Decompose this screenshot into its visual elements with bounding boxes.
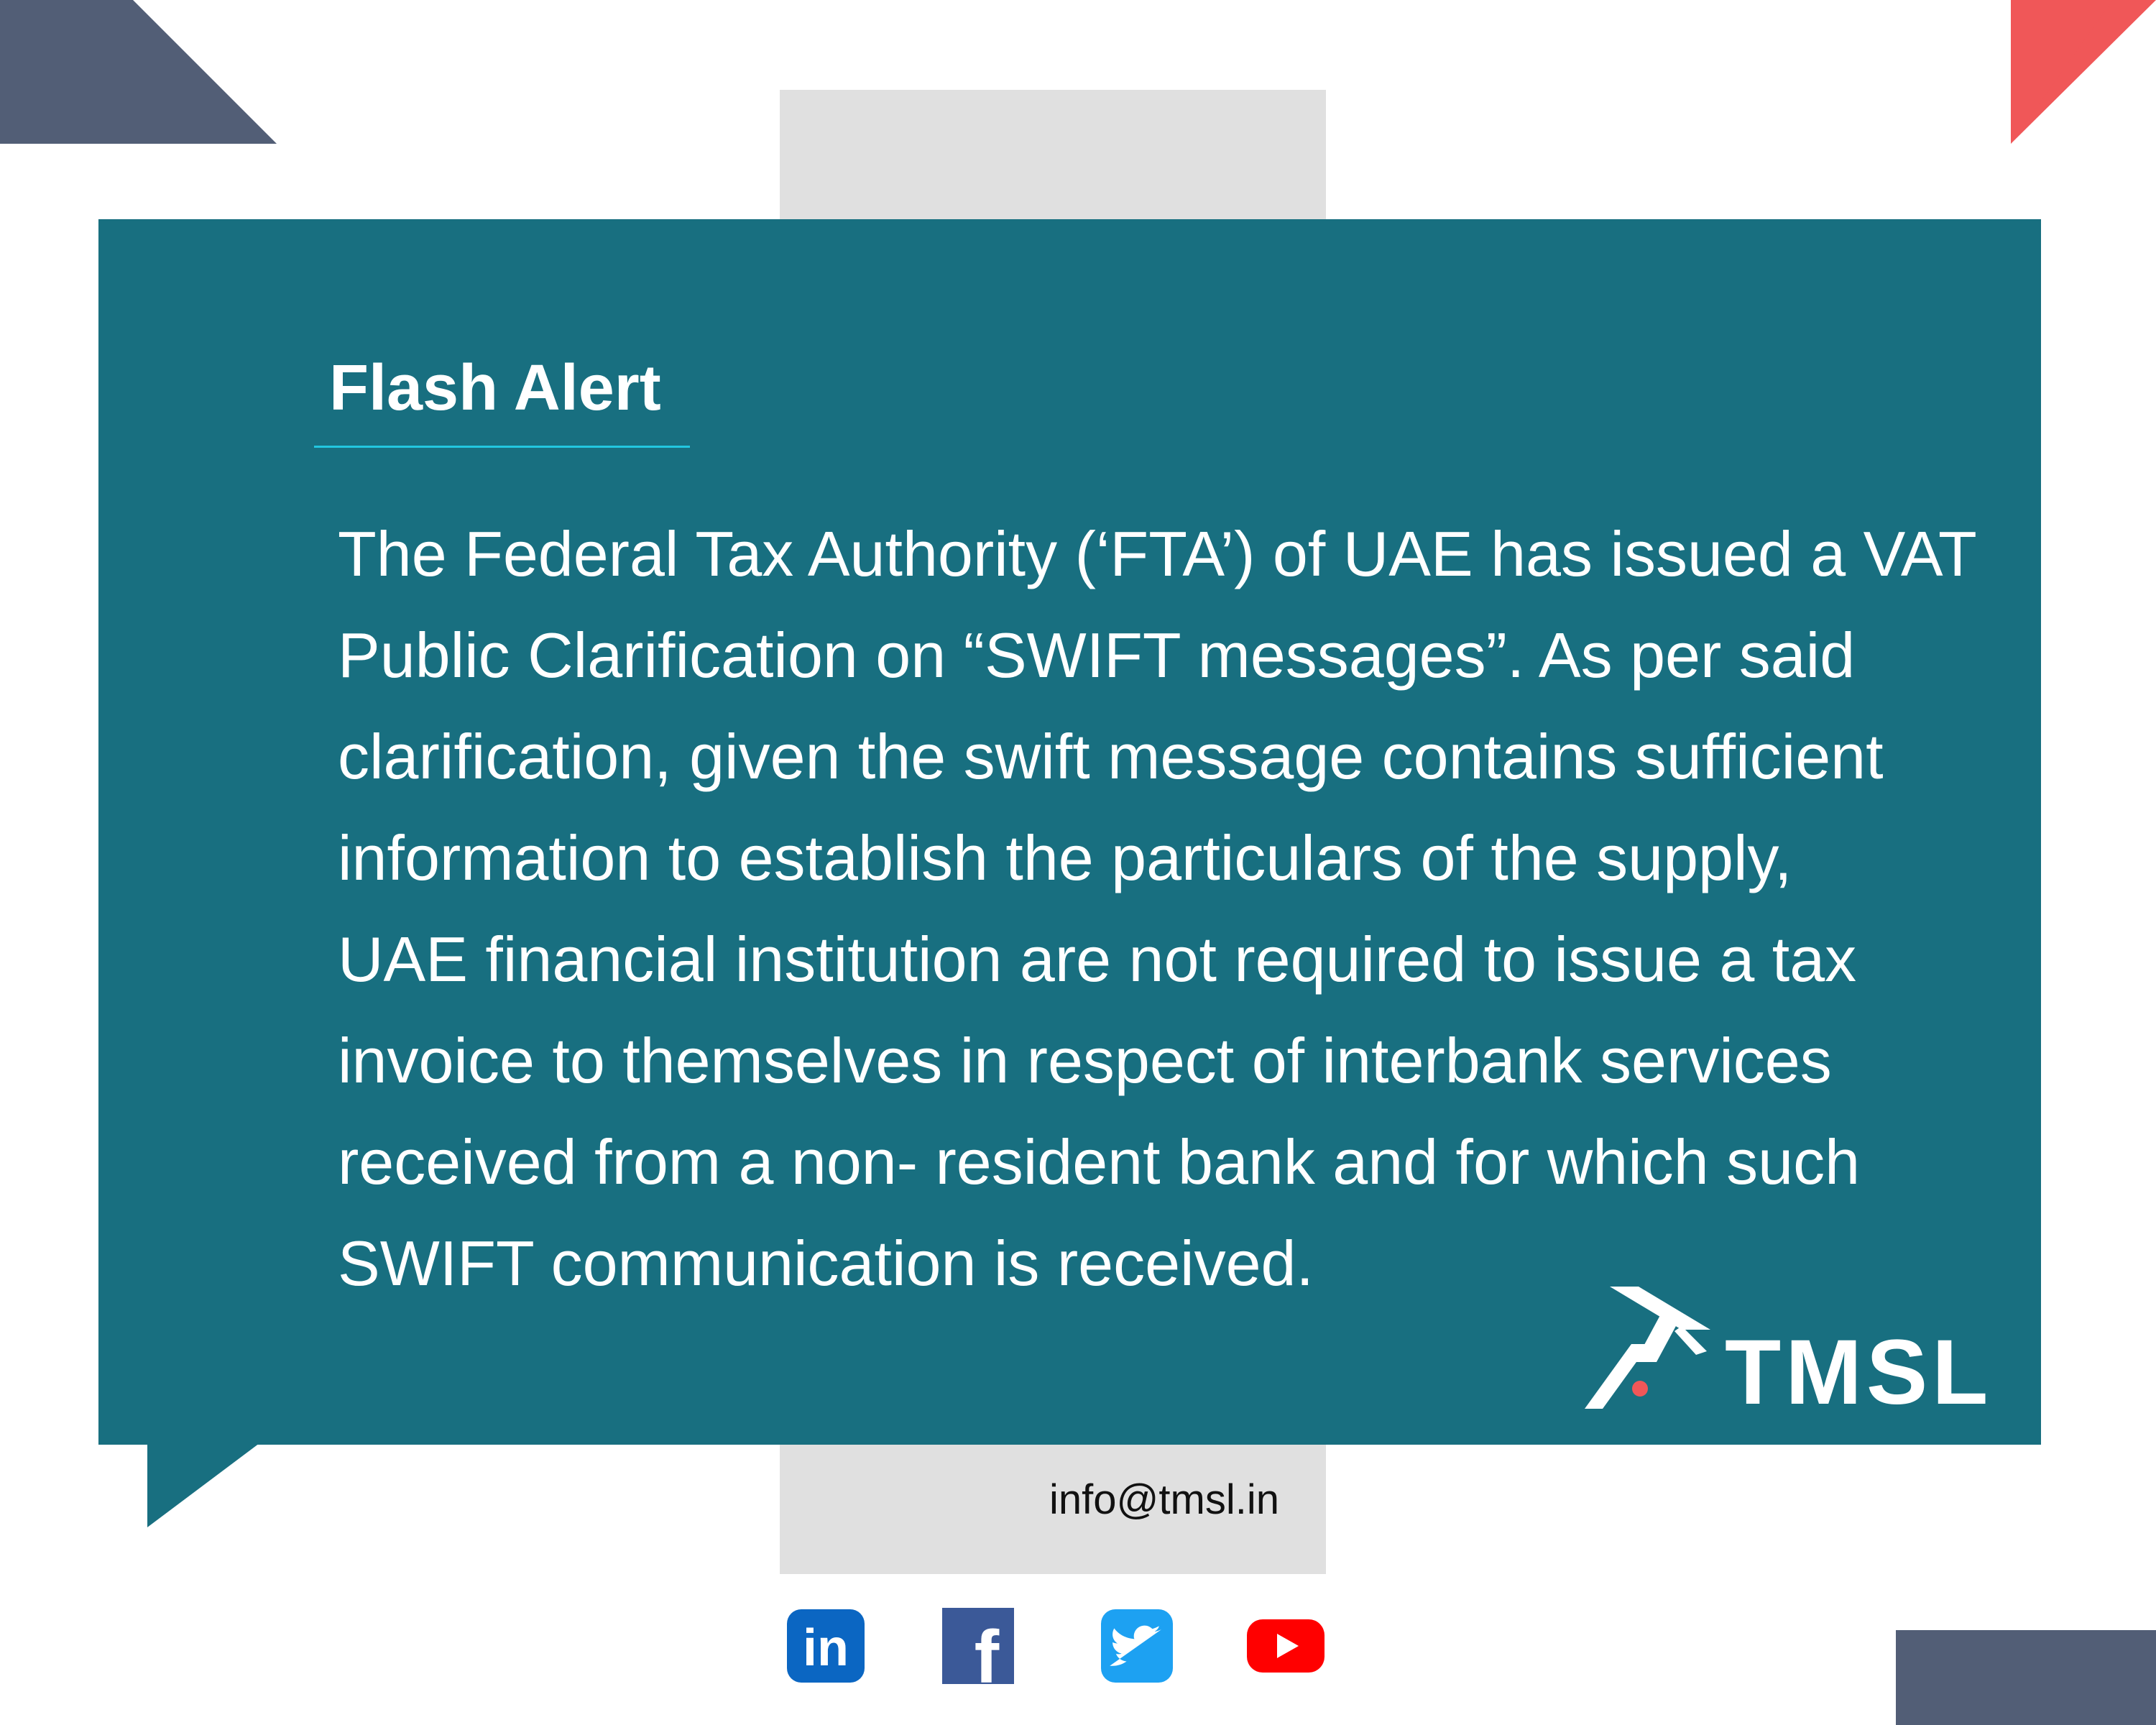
card-title: Flash Alert [329, 352, 661, 424]
linkedin-icon[interactable]: in [786, 1608, 866, 1684]
alert-body-line: UAE financial institution are not requir… [338, 924, 1857, 995]
alert-body-line: information to establish the particulars… [338, 822, 1792, 893]
alert-body-line: received from a non- resident bank and f… [338, 1126, 1861, 1197]
contact-email[interactable]: info@tmsl.in [1049, 1475, 1279, 1525]
top-left-corner-shape [0, 0, 277, 144]
alert-body-line: The Federal Tax Authority (‘FTA’) of UAE… [338, 518, 1977, 589]
alert-body-line: clarification, given the swift message c… [338, 721, 1884, 792]
tmsl-logo-mark-icon [1585, 1287, 1710, 1409]
facebook-icon[interactable]: f [942, 1608, 1023, 1684]
top-right-corner-shape [2011, 0, 2156, 144]
linkedin-icon-label: in [803, 1619, 849, 1677]
facebook-icon-label: f [975, 1616, 1000, 1684]
bottom-right-corner-shape [1896, 1630, 2156, 1725]
tmsl-logo-text: TMSL [1725, 1321, 1993, 1424]
alert-body-line: SWIFT communication is received. [338, 1228, 1314, 1299]
title-underline [314, 446, 690, 448]
twitter-icon[interactable] [1100, 1608, 1180, 1684]
alert-body-line: Public Clarification on “SWIFT messages”… [338, 620, 1856, 691]
alert-body: The Federal Tax Authority (‘FTA’) of UAE… [338, 503, 2019, 1314]
youtube-icon[interactable] [1245, 1608, 1326, 1684]
alert-body-line: invoice to themselves in respect of inte… [338, 1025, 1832, 1096]
